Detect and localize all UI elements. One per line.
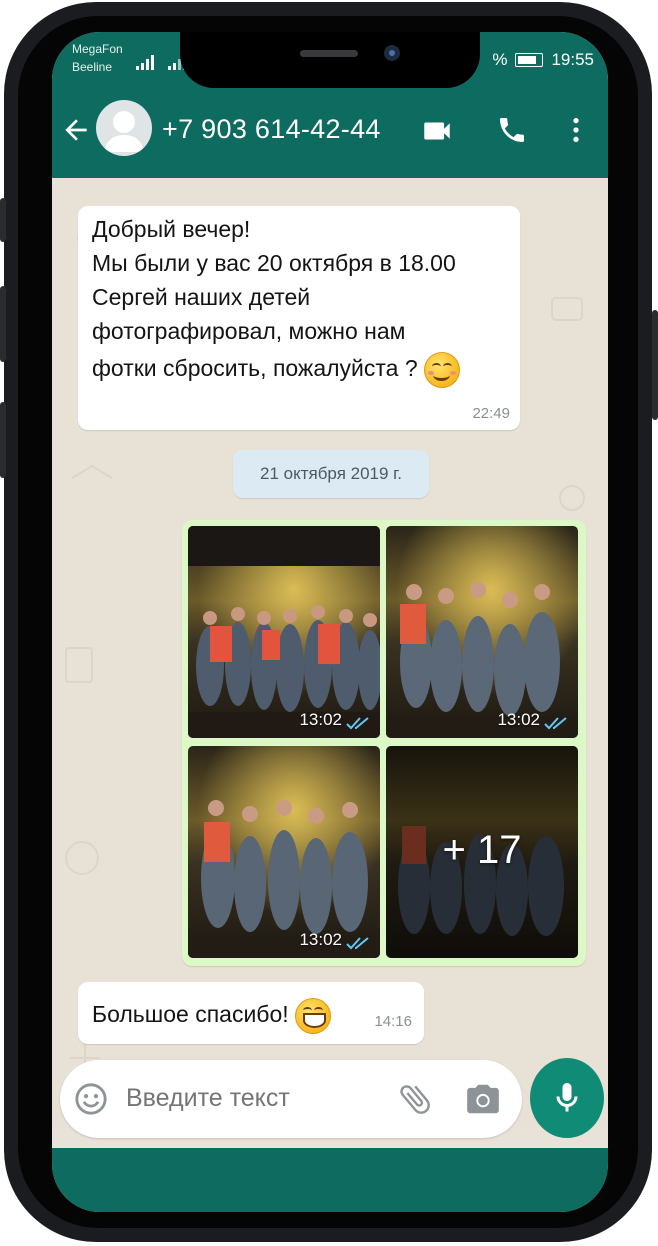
smiling-face-emoji [424, 352, 461, 388]
read-ticks-icon [544, 717, 567, 730]
message-line-text: фотки сбросить, пожалуйста ? [92, 355, 418, 382]
phone-volume-up [0, 286, 6, 362]
more-photos-count: + 17 [442, 828, 522, 872]
date-separator: 21 октября 2019 г. [233, 450, 429, 498]
clock: 19:55 [551, 50, 594, 69]
avatar[interactable] [96, 100, 152, 156]
photo-group-kids [386, 526, 578, 738]
message-input[interactable] [126, 1084, 376, 1113]
message-text: Большое спасибо! [92, 998, 332, 1034]
emoji-mouth [433, 369, 451, 381]
front-camera [384, 45, 400, 61]
phone-power-button [652, 310, 658, 420]
emoji-cheek-right [450, 371, 457, 375]
read-ticks-icon [346, 937, 369, 950]
message-line: Сергей наших детей [92, 284, 311, 310]
more-vert-icon[interactable] [560, 114, 592, 146]
album-photo-more[interactable]: + 17 [386, 746, 578, 958]
outgoing-photo-album[interactable]: 13:02 13:02 13:02 + 17 [182, 520, 586, 966]
photo-time: 13:02 [497, 710, 540, 729]
incoming-message[interactable]: Добрый вечер! Мы были у вас 20 октября в… [78, 206, 520, 430]
read-ticks-icon [346, 717, 369, 730]
chat-area[interactable]: Добрый вечер! Мы были у вас 20 октября в… [52, 178, 608, 1128]
message-line-text: Большое спасибо! [92, 1001, 289, 1028]
contact-name[interactable]: +7 903 614-42-44 [162, 114, 381, 145]
carrier-2: Beeline [72, 60, 113, 74]
message-line: Добрый вечер! [92, 216, 251, 242]
signal-icon [136, 55, 154, 70]
emoji-mouth [303, 1013, 327, 1028]
phone-screen: MegaFon Beeline % 19:55 +7 903 614-42-44 [52, 32, 608, 1212]
photo-time: 13:02 [299, 930, 342, 949]
grinning-face-emoji [295, 998, 332, 1034]
album-photo-1[interactable]: 13:02 [188, 526, 380, 738]
back-arrow-icon[interactable] [60, 114, 92, 146]
battery-icon [515, 53, 544, 67]
photo-group-kids [188, 526, 380, 738]
phone-notch [180, 32, 480, 88]
message-line: Мы были у вас 20 октября в 18.00 [92, 250, 456, 276]
emoji-icon[interactable] [74, 1082, 108, 1116]
message-line: фотки сбросить, пожалуйста ? [92, 352, 461, 388]
mic-icon [556, 1083, 578, 1112]
phone-mute-switch [0, 198, 6, 242]
phone-icon[interactable] [496, 114, 528, 146]
status-right: % 19:55 [492, 50, 594, 70]
earpiece-speaker [300, 50, 358, 57]
default-avatar-icon [104, 111, 144, 152]
photo-time: 13:02 [299, 710, 342, 729]
message-composer[interactable] [60, 1060, 522, 1138]
carrier-1: MegaFon [72, 42, 123, 56]
photo-group-kids [188, 746, 380, 958]
message-time: 22:49 [472, 405, 510, 422]
message-line: фотографировал, можно нам [92, 318, 406, 344]
album-photo-2[interactable]: 13:02 [386, 526, 578, 738]
attach-icon[interactable] [396, 1080, 434, 1118]
date-label: 21 октября 2019 г. [259, 464, 403, 483]
phone-volume-down [0, 402, 6, 478]
voice-record-button[interactable] [530, 1058, 604, 1138]
camera-icon[interactable] [464, 1080, 502, 1118]
chat-header: +7 903 614-42-44 [52, 88, 608, 178]
battery-percent-label: % [492, 50, 508, 69]
album-photo-3[interactable]: 13:02 [188, 746, 380, 958]
message-time: 14:16 [374, 1013, 412, 1030]
video-call-icon[interactable] [420, 114, 454, 148]
system-nav-bar [52, 1148, 608, 1212]
incoming-message[interactable]: Большое спасибо! 14:16 [78, 982, 424, 1044]
